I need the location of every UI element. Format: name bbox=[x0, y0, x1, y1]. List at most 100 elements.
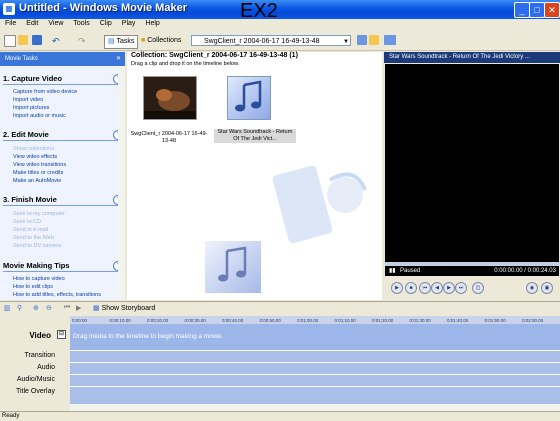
link-save-to-computer[interactable]: Save to my computer bbox=[13, 211, 65, 217]
snapshot-icon[interactable]: ◉ bbox=[526, 282, 538, 294]
section-capture-video[interactable]: 1. Capture Video bbox=[3, 74, 62, 83]
tasks-pane-header: Movie Tasks ✕ bbox=[0, 52, 125, 66]
tasks-button[interactable]: ▤ Tasks bbox=[104, 35, 139, 49]
ruler-tick-label: 0:01:20.00 bbox=[372, 318, 394, 323]
link-send-web[interactable]: Send to the Web bbox=[13, 235, 54, 241]
link-how-edit[interactable]: How to edit clips bbox=[13, 284, 53, 290]
section-finish-movie[interactable]: 3. Finish Movie bbox=[3, 195, 57, 204]
menu-file[interactable]: File bbox=[0, 19, 21, 28]
ruler-tick-label: 0:01:00.00 bbox=[297, 318, 319, 323]
timeline-scrollbar[interactable] bbox=[70, 404, 560, 411]
music-note-icon bbox=[235, 80, 262, 112]
preview-screen[interactable] bbox=[385, 64, 559, 262]
section-tips[interactable]: Movie Making Tips bbox=[3, 261, 70, 270]
link-capture-from-device[interactable]: Capture from video device bbox=[13, 89, 77, 95]
track-label-audio-music: Audio/Music bbox=[16, 376, 55, 383]
title-bar: Untitled - Windows Movie Maker _ □ ✕ bbox=[0, 0, 560, 19]
divider bbox=[3, 271, 123, 272]
up-folder-icon[interactable] bbox=[357, 35, 367, 45]
dragging-audio-clip[interactable] bbox=[205, 241, 261, 293]
tasks-scrollbar[interactable] bbox=[118, 66, 125, 300]
timeline-ruler[interactable]: 0:00:00 0:00:10.00 0:00:20.00 0:00:30.00 0:0… bbox=[70, 316, 560, 324]
menu-clip[interactable]: Clip bbox=[95, 19, 117, 28]
collections-label: Collections bbox=[147, 37, 182, 44]
play-icon[interactable]: ▶ bbox=[391, 282, 403, 294]
collections-button[interactable]: ■ Collections bbox=[141, 35, 181, 47]
menu-view[interactable]: View bbox=[43, 19, 68, 28]
link-import-audio[interactable]: Import audio or music bbox=[13, 113, 66, 119]
new-project-icon[interactable] bbox=[4, 35, 16, 47]
maximize-button[interactable]: □ bbox=[529, 2, 545, 18]
menu-play[interactable]: Play bbox=[117, 19, 141, 28]
audio-music-track[interactable] bbox=[70, 374, 560, 386]
views-icon[interactable] bbox=[384, 35, 396, 45]
link-view-video-effects[interactable]: View video effects bbox=[13, 154, 57, 160]
tasks-label: Tasks bbox=[116, 38, 135, 45]
status-bar: Ready bbox=[0, 411, 560, 420]
ruler-tick-label: 0:00:20.00 bbox=[147, 318, 169, 323]
video-clip-thumbnail[interactable] bbox=[143, 76, 197, 120]
tasks-pane-title: Movie Tasks bbox=[5, 56, 38, 62]
video-clip-caption[interactable]: SwgClient_r 2004-06-17 16-49-13-48 bbox=[129, 131, 209, 145]
audio-clip-thumbnail[interactable] bbox=[227, 76, 271, 120]
zoom-in-icon[interactable]: ⊕ bbox=[33, 304, 39, 312]
collapse-video-track-icon[interactable]: ⊟ bbox=[57, 330, 66, 339]
rewind-icon[interactable]: ◀ bbox=[431, 282, 443, 294]
divider bbox=[3, 84, 123, 85]
menu-edit[interactable]: Edit bbox=[21, 19, 43, 28]
redo-icon[interactable]: ↷ bbox=[78, 35, 86, 47]
previous-icon[interactable]: ⏮ bbox=[419, 282, 431, 294]
collection-select[interactable]: SwgClient_r 2004-06-17 16-49-13-48 bbox=[191, 35, 351, 46]
close-button[interactable]: ✕ bbox=[544, 2, 560, 18]
folder-icon: ■ bbox=[141, 37, 146, 44]
rewind-timeline-icon[interactable]: ⏮ bbox=[64, 304, 70, 312]
ruler-tick-label: 0:00:40.00 bbox=[222, 318, 244, 323]
link-make-titles[interactable]: Make titles or credits bbox=[13, 170, 63, 176]
link-show-collections[interactable]: Show collections bbox=[13, 146, 54, 152]
audio-track[interactable] bbox=[70, 362, 560, 374]
ruler-tick-label: 0:01:40.00 bbox=[447, 318, 469, 323]
link-import-video[interactable]: Import video bbox=[13, 97, 43, 103]
link-view-video-transitions[interactable]: View video transitions bbox=[13, 162, 66, 168]
link-import-pictures[interactable]: Import pictures bbox=[13, 105, 49, 111]
playback-status: Paused bbox=[400, 268, 421, 274]
title-overlay-track[interactable] bbox=[70, 386, 560, 405]
undo-icon[interactable]: ↶ bbox=[52, 35, 60, 47]
next-icon[interactable]: ⏭ bbox=[455, 282, 467, 294]
play-timeline-icon[interactable]: ▶ bbox=[76, 304, 81, 312]
save-project-icon[interactable] bbox=[32, 35, 42, 45]
stop-icon[interactable]: ■ bbox=[405, 282, 417, 294]
ruler-tick-label: 0:01:30.00 bbox=[410, 318, 432, 323]
zoom-out-icon[interactable]: ⊖ bbox=[46, 304, 52, 312]
transition-track[interactable] bbox=[70, 350, 560, 362]
collection-select-arrow-icon[interactable]: ▼ bbox=[343, 36, 349, 48]
fullscreen-icon[interactable]: ▣ bbox=[541, 282, 553, 294]
link-send-email[interactable]: Send in e-mail bbox=[13, 227, 48, 233]
divider bbox=[3, 140, 123, 141]
forward-icon[interactable]: ▶ bbox=[443, 282, 455, 294]
ruler-tick-label: 0:01:10.00 bbox=[335, 318, 357, 323]
split-clip-icon[interactable]: ◫ bbox=[472, 282, 484, 294]
open-project-icon[interactable] bbox=[18, 35, 28, 45]
link-save-to-cd[interactable]: Save to CD bbox=[13, 219, 41, 225]
menu-bar: File Edit View Tools Clip Play Help bbox=[0, 19, 560, 32]
section-edit-movie[interactable]: 2. Edit Movie bbox=[3, 130, 49, 139]
monitor-title: Star Wars Soundtrack - Return Of The Jed… bbox=[384, 52, 560, 63]
collection-title: Collection: SwgClient_r 2004-06-17 16-49… bbox=[131, 52, 298, 59]
narrate-icon[interactable]: ⚲ bbox=[17, 304, 22, 312]
link-send-dv-camera[interactable]: Send to DV camera bbox=[13, 243, 61, 249]
audio-clip-caption[interactable]: Star Wars Soundtrack - Return Of The Jed… bbox=[214, 129, 296, 143]
minimize-button[interactable]: _ bbox=[514, 2, 530, 18]
set-audio-levels-icon[interactable]: ▥ bbox=[4, 304, 11, 312]
new-folder-icon[interactable] bbox=[369, 35, 379, 45]
link-make-automovie[interactable]: Make an AutoMovie bbox=[13, 178, 61, 184]
ruler-tick-label: 0:02:00.00 bbox=[522, 318, 544, 323]
link-how-capture[interactable]: How to capture video bbox=[13, 276, 65, 282]
menu-tools[interactable]: Tools bbox=[68, 19, 94, 28]
close-pane-icon[interactable]: ✕ bbox=[116, 52, 121, 66]
track-label-audio: Audio bbox=[37, 364, 55, 371]
storyboard-icon: ▦ bbox=[93, 305, 100, 312]
show-storyboard-button[interactable]: ▦ Show Storyboard bbox=[93, 304, 155, 312]
link-how-titles[interactable]: How to add titles, effects, transitions bbox=[13, 292, 101, 298]
menu-help[interactable]: Help bbox=[140, 19, 164, 28]
